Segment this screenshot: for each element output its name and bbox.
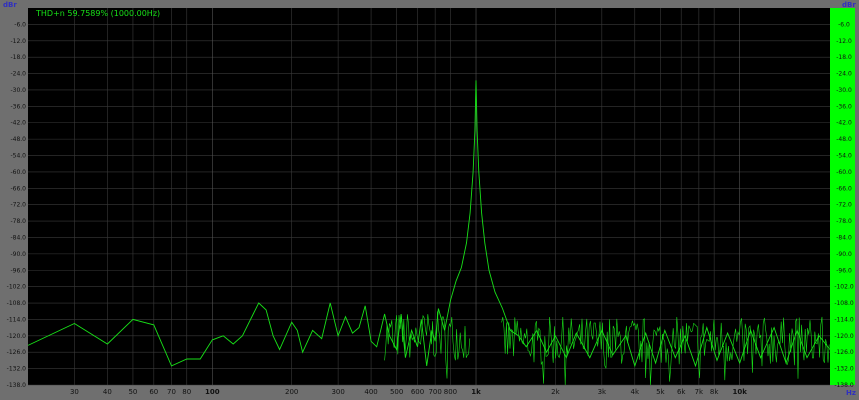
y-tick-label: -24.0 [10,71,26,78]
y-tick-label: -66.0 [10,185,26,192]
y-tick-label-right: -108.0 [834,300,854,307]
y-tick-label: -138.0 [7,382,27,389]
y-axis-right: -6.0 -12.0 -18.0 -24.0 -30.0 -36.0 -42.0 -48.0 -… [834,21,854,389]
y-tick-label-right: -78.0 [836,218,852,225]
x-tick-label: 2k [551,388,560,396]
y-tick-label: -42.0 [10,120,26,127]
y-axis-left-unit: dBr [3,1,17,9]
y-tick-label-right: -90.0 [836,251,852,258]
y-tick-label-right: -102.0 [834,284,854,291]
x-tick-label: 500 [390,388,403,396]
x-tick-label: 100 [205,388,220,396]
x-tick-label: 8k [710,388,719,396]
y-tick-label-right: -72.0 [836,202,852,209]
analyzer-window: -6.0 -12.0 -18.0 -24.0 -30.0 -36.0 -42.0 -48.0 -… [0,0,859,400]
y-tick-label-right: -60.0 [836,169,852,176]
y-tick-label-right: -12.0 [836,38,852,45]
x-tick-label: 70 [167,388,176,396]
spectrum-chart: -6.0 -12.0 -18.0 -24.0 -30.0 -36.0 -42.0 -48.0 -… [3,1,856,397]
y-tick-label: -72.0 [10,202,26,209]
y-tick-label-right: -66.0 [836,185,852,192]
x-tick-label: 4k [631,388,640,396]
y-tick-label-right: -6.0 [838,21,850,28]
x-tick-label: 700 [428,388,441,396]
x-tick-label: 10k [733,388,748,396]
x-tick-label: 3k [598,388,607,396]
y-tick-label: -102.0 [7,284,27,291]
x-tick-label: 40 [103,388,112,396]
x-tick-label: 30 [70,388,79,396]
y-tick-label: -18.0 [10,54,26,61]
x-tick-label: 7k [695,388,704,396]
y-tick-label: -126.0 [7,349,27,356]
x-tick-label: 400 [364,388,377,396]
y-tick-label: -90.0 [10,251,26,258]
y-tick-label-right: -30.0 [836,87,852,94]
x-tick-label: 200 [285,388,298,396]
x-tick-label: 600 [411,388,424,396]
y-tick-label-right: -24.0 [836,71,852,78]
x-tick-label: 300 [331,388,344,396]
y-tick-label: -36.0 [10,103,26,110]
right-axis-panel [830,8,855,385]
y-tick-label: -48.0 [10,136,26,143]
y-tick-label: -108.0 [7,300,27,307]
chart-title: THD+n 59.7589% (1000.00Hz) [35,9,160,18]
y-tick-label: -114.0 [7,316,27,323]
x-tick-label: 60 [149,388,158,396]
y-tick-label-right: -84.0 [836,234,852,241]
y-tick-label: -6.0 [14,21,26,28]
y-tick-label: -60.0 [10,169,26,176]
y-tick-label-right: -120.0 [834,333,854,340]
x-tick-label: 5k [656,388,665,396]
y-axis-right-unit: dBr [842,1,856,9]
y-tick-label: -78.0 [10,218,26,225]
y-tick-label-right: -138.0 [834,382,854,389]
y-tick-label-right: -114.0 [834,316,854,323]
y-axis-left: -6.0 -12.0 -18.0 -24.0 -30.0 -36.0 -42.0 -48.0 -… [7,21,27,389]
y-tick-label-right: -96.0 [836,267,852,274]
x-tick-label: 6k [677,388,686,396]
x-tick-label: 800 [444,388,457,396]
y-tick-label-right: -36.0 [836,103,852,110]
y-tick-label-right: -42.0 [836,120,852,127]
x-tick-label: 80 [182,388,191,396]
y-tick-label-right: -48.0 [836,136,852,143]
x-axis: 30 40 50 60 70 80 100 200 300 400 500 600 700 800 1k 2k… [70,388,747,396]
y-tick-label: -120.0 [7,333,27,340]
plot-background [28,8,830,385]
x-tick-label: 50 [128,388,137,396]
y-tick-label: -30.0 [10,87,26,94]
y-tick-label-right: -54.0 [836,153,852,160]
y-tick-label-right: -126.0 [834,349,854,356]
y-tick-label: -84.0 [10,234,26,241]
y-tick-label-right: -132.0 [834,366,854,373]
y-tick-label-right: -18.0 [836,54,852,61]
y-tick-label: -12.0 [10,38,26,45]
y-tick-label: -132.0 [7,366,27,373]
x-axis-unit: Hz [846,389,856,397]
x-tick-label: 1k [471,388,481,396]
y-tick-label: -54.0 [10,153,26,160]
y-tick-label: -96.0 [10,267,26,274]
